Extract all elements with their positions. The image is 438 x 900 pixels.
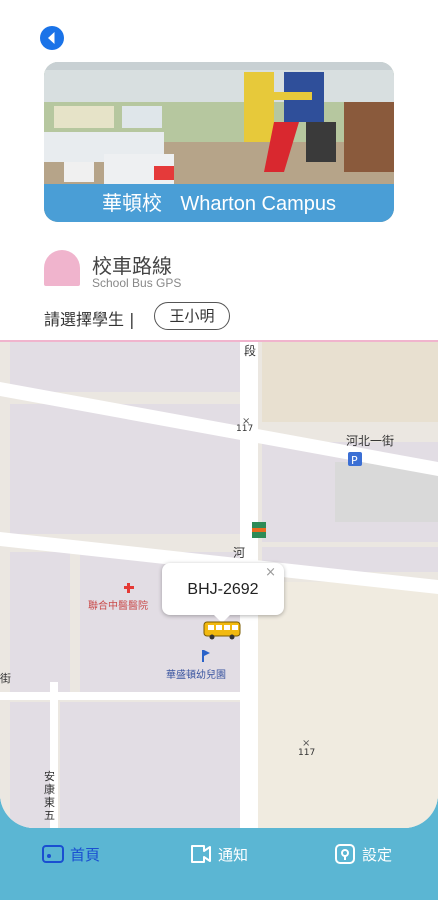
select-student-label: 請選擇學生 | — [44, 310, 135, 329]
bus-icon — [203, 621, 241, 640]
hero-caption: 華頓校 Wharton Campus — [44, 184, 394, 222]
svg-text:P: P — [351, 454, 358, 467]
clinic-label: 聯合中醫醫院 — [88, 601, 148, 612]
main-card: 華頓校 Wharton Campus 校車路線 School Bus GPS 請… — [0, 0, 438, 828]
bus-info-popup: BHJ-2692 × — [162, 563, 284, 623]
school-name: 華頓校 — [102, 191, 162, 215]
street-label-edge: 街 — [0, 672, 11, 685]
street-label-ankang: 安康東五 — [44, 770, 55, 822]
tab-settings[interactable]: 設定 — [334, 840, 392, 868]
tab-home-label: 首頁 — [70, 845, 101, 864]
popup-close-icon[interactable]: × — [265, 565, 276, 581]
back-arrow-icon — [48, 32, 55, 44]
tab-settings-label: 設定 — [362, 845, 393, 864]
tab-home[interactable]: 首頁 — [42, 840, 100, 868]
kindergarten-label: 華盛頓幼兒園 — [166, 670, 226, 681]
bus-plate: BHJ-2692 — [187, 581, 259, 598]
road-label: 段 — [244, 344, 257, 358]
campus-hero-image: 華頓校 Wharton Campus — [44, 62, 394, 222]
school-bus-marker[interactable] — [203, 620, 241, 640]
home-tab-icon — [42, 845, 64, 863]
road-label-he: 河 — [233, 546, 246, 560]
tab-notifications[interactable]: 通知 — [190, 840, 248, 868]
settings-icon — [335, 844, 355, 864]
back-button[interactable] — [40, 26, 64, 50]
route-subtitle: School Bus GPS — [92, 276, 182, 290]
tab-notifications-label: 通知 — [218, 845, 249, 864]
campus-name: Wharton Campus — [180, 193, 336, 215]
route-badge-icon — [44, 250, 80, 286]
route-title: 校車路線 — [92, 254, 172, 278]
notification-icon — [191, 845, 211, 863]
road-number-label: 117 — [236, 424, 254, 434]
street-label-hebei: 河北一街 — [346, 434, 395, 448]
road-number-label-2: 117 — [298, 748, 316, 758]
student-selector[interactable]: 王小明 — [154, 302, 230, 330]
